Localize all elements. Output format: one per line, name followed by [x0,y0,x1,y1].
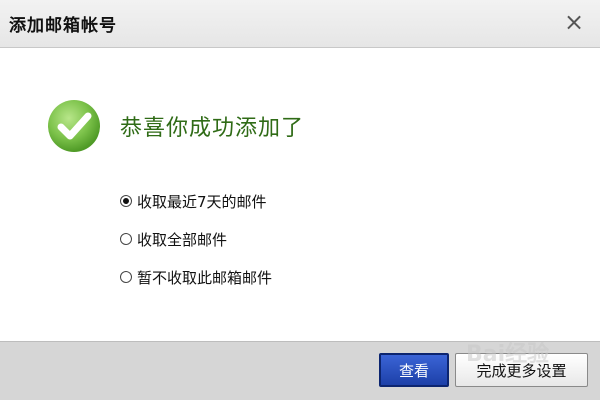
dialog-footer: 查看 完成更多设置 [0,341,600,400]
option-label: 暂不收取此邮箱邮件 [137,268,273,287]
add-mailbox-dialog: 添加邮箱帐号 × 恭喜你成功添加了 收取最近7天的邮件 收取全部邮件 暂不收取此… [0,0,600,400]
option-label: 收取全部邮件 [137,230,228,249]
fetch-options: 收取最近7天的邮件 收取全部邮件 暂不收取此邮箱邮件 [120,182,272,296]
option-all-mail[interactable]: 收取全部邮件 [120,220,272,258]
radio-skip-fetch[interactable] [120,271,132,283]
success-headline: 恭喜你成功添加了 [120,116,305,141]
dialog-title: 添加邮箱帐号 [9,16,117,36]
more-settings-button[interactable]: 完成更多设置 [455,353,588,387]
radio-all-mail[interactable] [120,233,132,245]
option-skip-fetch[interactable]: 暂不收取此邮箱邮件 [120,258,272,296]
radio-recent-7-days[interactable] [120,195,132,207]
option-label: 收取最近7天的邮件 [137,192,267,211]
view-button[interactable]: 查看 [379,353,449,387]
close-icon[interactable]: × [562,8,586,36]
dialog-content [0,48,600,341]
dialog-titlebar: 添加邮箱帐号 × [0,0,600,48]
checkmark-circle-icon [48,100,100,152]
option-recent-7-days[interactable]: 收取最近7天的邮件 [120,182,272,220]
